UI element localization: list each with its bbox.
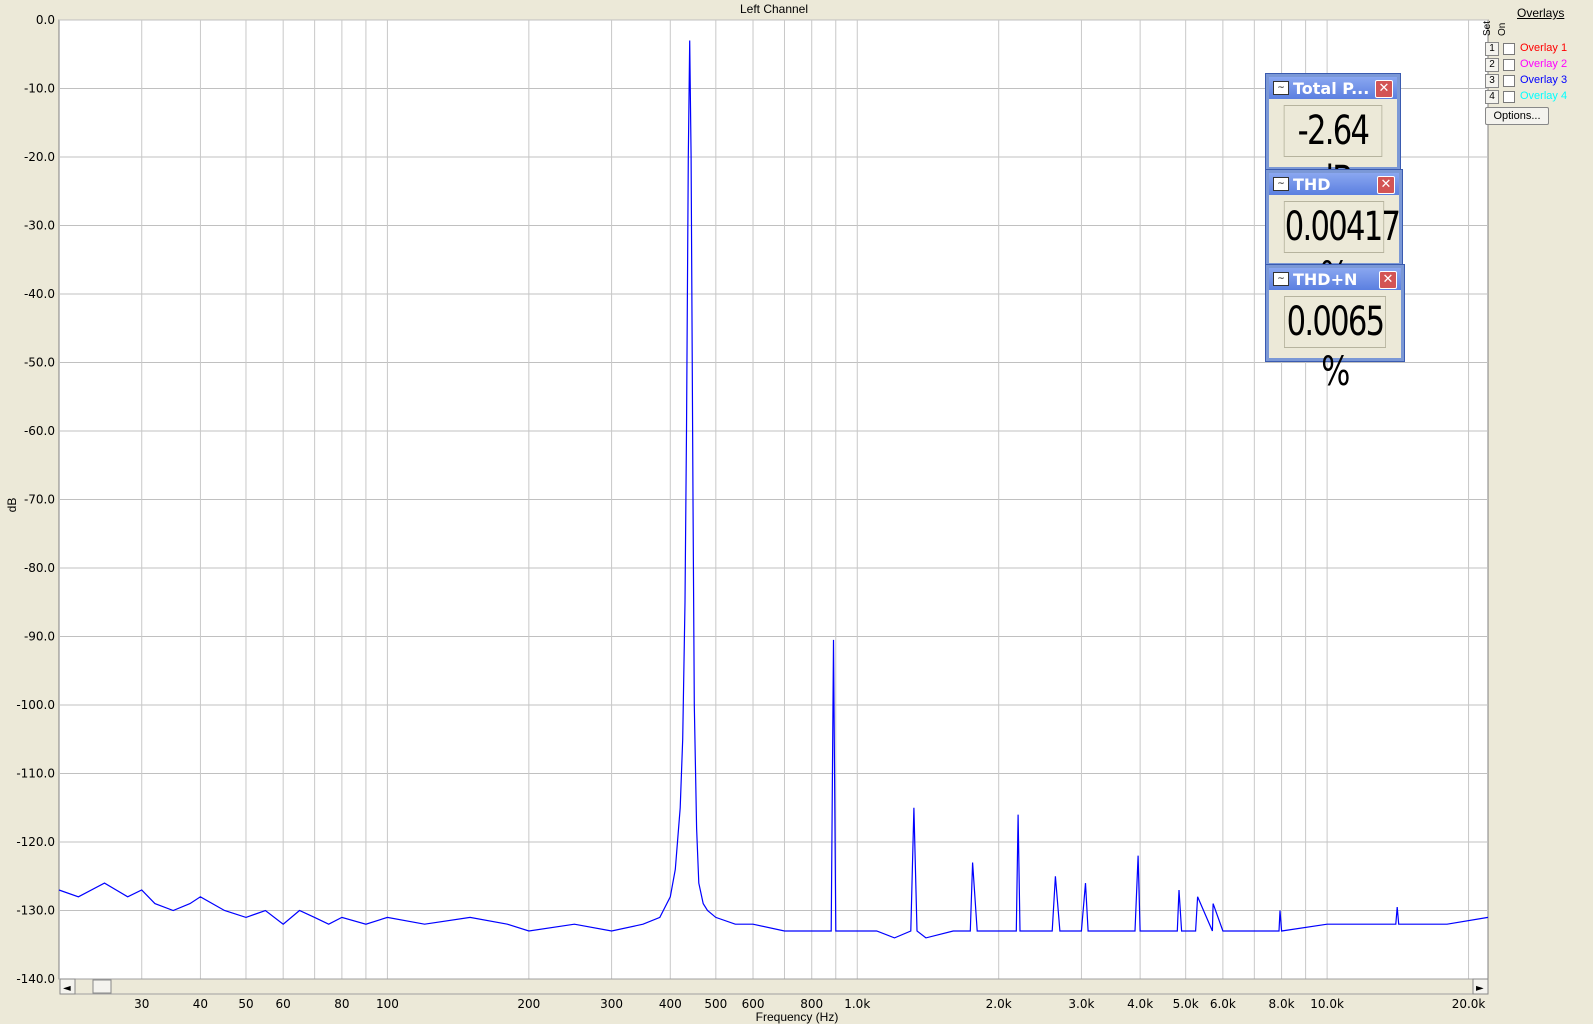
overlay-checkbox-3[interactable] <box>1503 75 1515 87</box>
y-tick-label: -50.0 <box>24 356 55 370</box>
overlay-row-2: 2 Overlay 2 <box>1485 58 1590 74</box>
y-tick-label: -140.0 <box>16 972 55 986</box>
y-tick-label: -10.0 <box>24 82 55 96</box>
meter-value: 0.0065 % <box>1284 296 1386 395</box>
overlays-panel: Overlays Set On 1 Overlay 1 2 Overlay 2 … <box>1482 4 1590 134</box>
y-tick-label: -90.0 <box>24 630 55 644</box>
overlays-set-header: Set <box>1482 20 1493 36</box>
x-tick-label: 30 <box>134 997 149 1011</box>
close-icon[interactable]: ✕ <box>1377 176 1395 194</box>
overlay-row-1: 1 Overlay 1 <box>1485 42 1590 58</box>
x-tick-label: 1.0k <box>844 997 870 1011</box>
scroll-left-icon: ◄ <box>63 983 71 994</box>
overlay-checkbox-4[interactable] <box>1503 91 1515 103</box>
y-tick-label: -40.0 <box>24 287 55 301</box>
y-tick-label: -130.0 <box>16 904 55 918</box>
x-tick-label: 200 <box>517 997 540 1011</box>
close-icon[interactable]: ✕ <box>1375 80 1393 98</box>
meter-titlebar[interactable]: ~ Total P... ✕ <box>1269 77 1397 99</box>
thd-meter[interactable]: ~ THD ✕ 0.00417 % <box>1266 170 1402 300</box>
y-tick-label: -70.0 <box>24 493 55 507</box>
y-tick-label: -110.0 <box>16 767 55 781</box>
overlay-checkbox-1[interactable] <box>1503 43 1515 55</box>
x-tick-label: 400 <box>659 997 682 1011</box>
overlay-checkbox-2[interactable] <box>1503 59 1515 71</box>
x-tick-label: 8.0k <box>1269 997 1295 1011</box>
x-tick-label: 600 <box>742 997 765 1011</box>
x-tick-label: 800 <box>800 997 823 1011</box>
chart-title: Left Channel <box>740 2 808 16</box>
y-tick-label: -20.0 <box>24 150 55 164</box>
x-tick-label: 20.0k <box>1452 997 1486 1011</box>
y-tick-label: -60.0 <box>24 424 55 438</box>
meter-waveform-icon: ~ <box>1273 81 1289 95</box>
overlay-set-button-2[interactable]: 2 <box>1485 58 1499 72</box>
x-axis-label: Frequency (Hz) <box>756 1010 839 1024</box>
total-power-meter[interactable]: ~ Total P... ✕ -2.64 dB <box>1266 74 1400 204</box>
overlay-label-2: Overlay 2 <box>1520 58 1568 70</box>
x-tick-label: 300 <box>600 997 623 1011</box>
meter-titlebar[interactable]: ~ THD ✕ <box>1269 173 1399 195</box>
y-axis-label: dB <box>5 498 19 513</box>
y-tick-label: 0.0 <box>36 13 55 27</box>
x-tick-label: 3.0k <box>1068 997 1094 1011</box>
x-tick-label: 80 <box>334 997 349 1011</box>
overlays-title[interactable]: Overlays <box>1517 6 1564 20</box>
overlay-set-button-4[interactable]: 4 <box>1485 90 1499 104</box>
x-tick-label: 10.0k <box>1310 997 1344 1011</box>
thd-n-meter[interactable]: ~ THD+N ✕ 0.0065 % <box>1266 265 1404 395</box>
close-icon[interactable]: ✕ <box>1379 271 1397 289</box>
overlay-row-3: 3 Overlay 3 <box>1485 74 1590 90</box>
overlay-label-4: Overlay 4 <box>1520 90 1568 102</box>
scroll-thumb[interactable] <box>92 979 112 994</box>
y-tick-label: -120.0 <box>16 835 55 849</box>
meter-title: THD <box>1293 175 1331 194</box>
meter-title: Total P... <box>1293 79 1370 98</box>
overlays-on-header: On <box>1497 22 1508 36</box>
overlay-label-1: Overlay 1 <box>1520 42 1568 54</box>
x-tick-label: 5.0k <box>1173 997 1199 1011</box>
x-tick-label: 40 <box>193 997 208 1011</box>
meter-waveform-icon: ~ <box>1273 272 1289 286</box>
meter-value: -2.64 dB <box>1283 105 1383 204</box>
meter-title: THD+N <box>1293 270 1358 289</box>
overlay-set-button-3[interactable]: 3 <box>1485 74 1499 88</box>
x-tick-label: 60 <box>276 997 291 1011</box>
y-tick-label: -100.0 <box>16 698 55 712</box>
overlay-row-4: 4 Overlay 4 <box>1485 90 1590 106</box>
y-tick-label: -30.0 <box>24 219 55 233</box>
x-tick-label: 6.0k <box>1210 997 1236 1011</box>
overlay-label-3: Overlay 3 <box>1520 74 1568 86</box>
horizontal-scrollbar[interactable] <box>59 978 1489 995</box>
meter-waveform-icon: ~ <box>1273 177 1289 191</box>
overlay-set-button-1[interactable]: 1 <box>1485 42 1499 56</box>
overlays-options-button[interactable]: Options... <box>1485 107 1549 125</box>
y-tick-label: -80.0 <box>24 561 55 575</box>
x-tick-label: 2.0k <box>986 997 1012 1011</box>
x-tick-label: 4.0k <box>1127 997 1153 1011</box>
meter-value: 0.00417 % <box>1283 201 1401 300</box>
scroll-right-icon: ► <box>1476 983 1484 994</box>
x-tick-label: 500 <box>704 997 727 1011</box>
x-tick-label: 50 <box>238 997 253 1011</box>
meter-titlebar[interactable]: ~ THD+N ✕ <box>1269 268 1401 290</box>
x-tick-label: 100 <box>376 997 399 1011</box>
